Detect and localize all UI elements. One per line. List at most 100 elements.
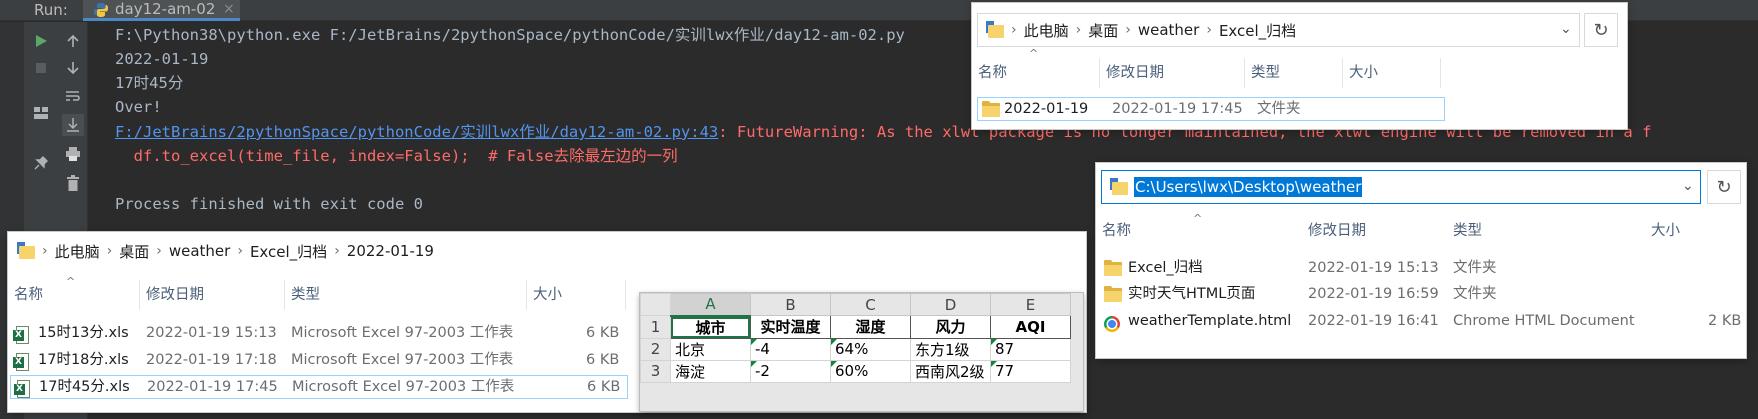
file-size: 6 KB [586,325,620,341]
row-header-3[interactable]: 3 [640,359,671,383]
breadcrumb-date-folder[interactable]: 2022-01-19 [347,242,434,260]
column-type[interactable]: 类型 [1245,58,1343,88]
console-line-date: 2022-01-19 [115,50,209,68]
excel-grid: A B C D E 1 城市 实时温度 湿度 风力 AQI 2 北京 -4 64… [640,293,1071,383]
file-type: 文件夹 [1257,101,1301,117]
run-tab-name: day12-am-02 [115,0,216,18]
column-size[interactable]: 大小 [527,280,626,310]
cell-e1[interactable]: AQI [990,315,1071,339]
breadcrumb-weather[interactable]: weather [1138,21,1199,39]
breadcrumb-desktop[interactable]: 桌面 [119,241,149,262]
stop-icon[interactable] [30,57,52,79]
breadcrumb-excel-archive[interactable]: Excel_归档 [250,241,327,262]
chevron-down-icon[interactable]: ⌄ [1682,178,1694,194]
close-icon[interactable]: × [223,0,235,19]
print-icon[interactable] [62,143,84,165]
list-item[interactable]: 2022-01-19 2022-01-19 17:45 文件夹 [977,97,1445,121]
cell-b3-value: -2 [755,362,770,380]
column-name[interactable]: 名称 [1096,216,1302,246]
file-date: 2022-01-19 16:41 [1308,313,1439,329]
cell-d3[interactable]: 西南风2级 [910,359,991,383]
col-header-c[interactable]: C [830,293,911,316]
sheet-corner[interactable] [640,293,671,316]
breadcrumb-excel-archive[interactable]: Excel_归档 [1219,20,1296,41]
cell-e3-value: 77 [995,362,1015,380]
pin-icon[interactable] [30,152,52,174]
column-header-row: 名称 修改日期 类型 大小 [8,280,628,310]
address-bar[interactable]: › 此电脑 › 桌面 › weather › Excel_归档 ⌄ [977,13,1580,47]
file-name: 15时13分.xls [38,325,129,341]
address-field[interactable]: C:\Users\lwx\Desktop\weather [1110,171,1363,203]
address-input-value[interactable]: C:\Users\lwx\Desktop\weather [1134,177,1363,197]
list-item[interactable]: Excel_归档 2022-01-19 15:13 文件夹 [1098,257,1744,281]
column-date[interactable]: 修改日期 [1302,216,1447,246]
run-config-tab[interactable]: day12-am-02 × [83,0,240,21]
row-header-1[interactable]: 1 [640,315,671,339]
breadcrumb-this-pc[interactable]: 此电脑 [1024,20,1069,41]
scroll-to-end-icon[interactable] [62,114,84,136]
file-type: Microsoft Excel 97-2003 工作表 [291,325,514,341]
file-type: Chrome HTML Document [1453,313,1635,329]
chevron-right-icon: › [156,243,162,259]
cell-b2[interactable]: -4 [750,337,831,361]
rerun-icon[interactable] [30,30,52,52]
row-header-2[interactable]: 2 [640,337,671,361]
col-header-e[interactable]: E [990,293,1071,316]
list-item[interactable]: X 15时13分.xls 2022-01-19 15:13 Microsoft … [10,322,628,346]
text-number-indicator [991,338,997,345]
trash-icon[interactable] [62,172,84,194]
col-header-b[interactable]: B [750,293,831,316]
cell-b3[interactable]: -2 [750,359,831,383]
file-name: 17时18分.xls [38,352,129,368]
folder-location-icon [1110,178,1128,196]
cell-e2[interactable]: 87 [990,337,1071,361]
list-item[interactable]: 实时天气HTML页面 2022-01-19 16:59 文件夹 [1098,283,1744,307]
column-type[interactable]: 类型 [1447,216,1645,246]
col-header-d[interactable]: D [910,293,991,316]
cell-c3[interactable]: 60% [830,359,911,383]
column-date[interactable]: 修改日期 [140,280,285,310]
file-size: 6 KB [586,352,620,368]
column-name[interactable]: 名称 [972,58,1100,88]
scroll-down-icon[interactable] [62,57,84,79]
col-header-a[interactable]: A [670,293,751,317]
folder-location-icon [17,242,35,260]
refresh-icon[interactable]: ↻ [1707,170,1741,204]
column-size[interactable]: 大小 [1645,216,1744,246]
breadcrumb-this-pc[interactable]: 此电脑 [55,241,100,262]
run-label: Run: [34,1,68,19]
cell-a3[interactable]: 海淀 [670,359,751,383]
cell-c2[interactable]: 64% [830,337,911,361]
chevron-down-icon[interactable]: ⌄ [1560,21,1572,37]
explorer-window-weather: C:\Users\lwx\Desktop\weather ⌄ ↻ ^ 名称 修改… [1096,163,1746,358]
breadcrumb-weather[interactable]: weather [169,242,230,260]
chevron-right-icon: › [1011,22,1017,38]
soft-wrap-icon[interactable] [62,85,84,107]
scroll-up-icon[interactable] [62,30,84,52]
cell-c1[interactable]: 湿度 [830,315,911,339]
file-date: 2022-01-19 15:13 [1308,260,1439,276]
cell-d1[interactable]: 风力 [910,315,991,339]
cell-d2[interactable]: 东方1级 [910,337,991,361]
cell-a2[interactable]: 北京 [670,337,751,361]
cell-a1[interactable]: 城市 [670,315,751,339]
breadcrumb: › 此电脑 › 桌面 › weather › Excel_归档 › 2022-0… [17,235,434,267]
list-item[interactable]: weatherTemplate.html 2022-01-19 16:41 Ch… [1098,310,1744,334]
column-name[interactable]: 名称 [8,280,140,310]
refresh-icon[interactable]: ↻ [1584,13,1618,47]
breadcrumb-desktop[interactable]: 桌面 [1088,20,1118,41]
list-item[interactable]: X 17时18分.xls 2022-01-19 17:18 Microsoft … [10,349,628,373]
column-size[interactable]: 大小 [1343,58,1441,88]
chrome-html-icon [1104,313,1120,335]
cell-e3[interactable]: 77 [990,359,1071,383]
console-line-command: F:\Python38\python.exe F:/JetBrains/2pyt… [115,26,905,44]
column-date[interactable]: 修改日期 [1100,58,1245,88]
layout-icon[interactable] [30,102,52,124]
column-type[interactable]: 类型 [285,280,527,310]
address-bar[interactable]: C:\Users\lwx\Desktop\weather ⌄ [1101,170,1701,204]
warning-file-link[interactable]: F:/JetBrains/2pythonSpace/pythonCode/实训l… [115,123,718,141]
address-bar[interactable]: › 此电脑 › 桌面 › weather › Excel_归档 › 2022-0… [8,234,1086,268]
file-date: 2022-01-19 16:59 [1308,286,1439,302]
list-item[interactable]: X 17时45分.xls 2022-01-19 17:45 Microsoft … [10,375,628,399]
cell-b1[interactable]: 实时温度 [750,315,831,339]
